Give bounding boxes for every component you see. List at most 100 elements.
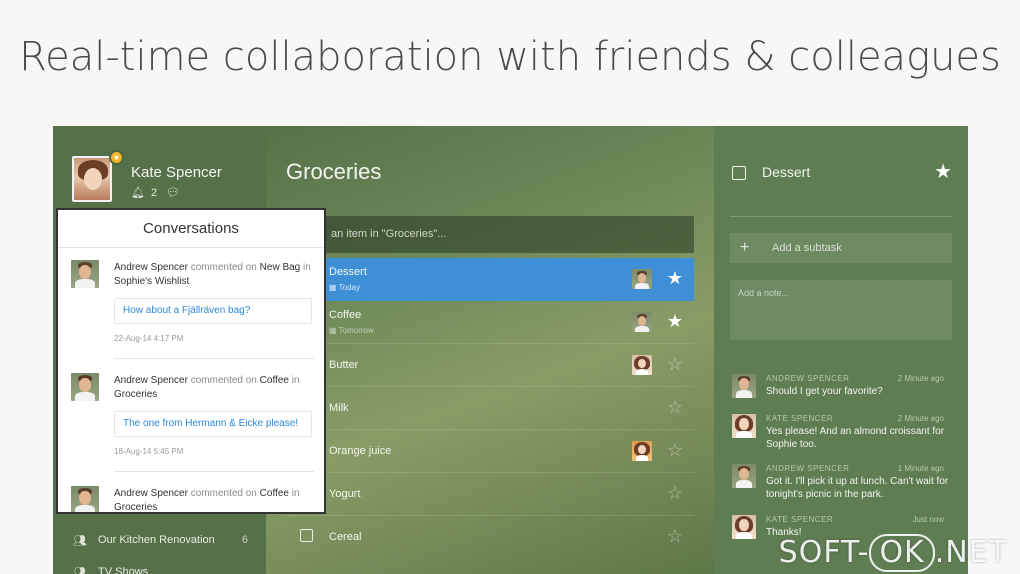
- conversation-author: Andrew Spencer: [114, 262, 188, 273]
- andrew-avatar: [732, 374, 756, 398]
- bell-icon[interactable]: 🔔︎: [131, 187, 145, 199]
- sidebar-item-label: TV Shows: [98, 566, 149, 574]
- comment-time: 1 Minute ago: [897, 464, 944, 473]
- andrew-avatar: [71, 373, 99, 401]
- task-name: Dessert: [329, 266, 367, 278]
- andrew-avatar: [71, 260, 99, 288]
- conversation-list-name: Groceries: [114, 502, 158, 513]
- divider: [114, 358, 314, 359]
- conversation-quote[interactable]: How about a Fjällräven bag?: [114, 298, 312, 324]
- andrew-avatar: [732, 464, 756, 488]
- conversation-item-name: New Bag: [259, 262, 301, 273]
- task-name: Cereal: [329, 531, 362, 543]
- conversation-action: commented on: [190, 262, 257, 273]
- comment-time: 2 Minute ago: [897, 374, 944, 383]
- list-title: Groceries: [286, 159, 382, 184]
- notification-count[interactable]: 2: [151, 187, 157, 199]
- user-avatar[interactable]: [72, 156, 112, 202]
- shared-list-icon: 👥︎: [73, 567, 87, 574]
- kate-avatar: [732, 515, 756, 539]
- user-name[interactable]: Kate Spencer: [131, 164, 222, 181]
- detail-title[interactable]: Dessert: [762, 164, 810, 180]
- add-subtask-input[interactable]: + Add a subtask: [730, 233, 952, 263]
- task-due-date: ▦ Tomorrow: [329, 326, 374, 335]
- shared-list-icon: 👥︎: [73, 535, 87, 547]
- comment-text: Yes please! And an almond croissant for …: [766, 426, 945, 450]
- user-stats: 🔔︎ 2 💬︎: [131, 186, 186, 199]
- kate-avatar: [732, 414, 756, 438]
- task-detail-panel: Dessert ★ + Add a subtask Add a note... …: [714, 126, 968, 574]
- note-input[interactable]: Add a note...: [730, 280, 952, 340]
- conversation-prep: in: [303, 262, 311, 273]
- subtask-placeholder: Add a subtask: [772, 242, 842, 254]
- conversation-item[interactable]: Andrew Spencer commented on Coffee in Gr…: [58, 486, 324, 513]
- conversation-list-name: Sophie's Wishlist: [114, 276, 190, 287]
- conversation-prep: in: [291, 375, 300, 386]
- task-row[interactable]: Milk ☆: [286, 387, 694, 430]
- add-item-input[interactable]: an item in "Groceries"...: [286, 216, 694, 253]
- assignee-avatar: [632, 269, 652, 289]
- conversations-icon[interactable]: 💬︎: [166, 187, 180, 199]
- conversation-action: commented on: [190, 488, 257, 499]
- conversation-action: commented on: [190, 375, 257, 386]
- comment-author: KATE SPENCER: [766, 414, 834, 423]
- sidebar-item-count: 6: [241, 534, 248, 546]
- task-row[interactable]: Coffee ▦ Tomorrow ★: [286, 301, 694, 344]
- site-watermark: SOFT- OK .NET: [778, 534, 1008, 572]
- comment-time: Just now: [912, 515, 944, 524]
- task-row[interactable]: Butter ☆: [286, 344, 694, 387]
- star-outline-icon[interactable]: ☆: [667, 354, 683, 374]
- conversation-timestamp: 18-Aug-14 5:45 PM: [114, 447, 184, 456]
- assignee-avatar: [632, 441, 652, 461]
- conversation-list-name: Groceries: [114, 389, 158, 400]
- pro-star-icon: ★: [109, 150, 124, 165]
- conversations-popup: Conversations Andrew Spencer commented o…: [56, 208, 326, 514]
- task-name: Milk: [329, 402, 349, 414]
- conversation-quote[interactable]: The one from Hermann & Eicke please!: [114, 411, 312, 437]
- task-row[interactable]: Dessert ▦ Today ★: [286, 258, 694, 301]
- sidebar-item-label: Our Kitchen Renovation: [98, 534, 215, 546]
- conversation-author: Andrew Spencer: [114, 375, 188, 386]
- star-outline-icon[interactable]: ☆: [667, 483, 683, 503]
- comment-text: Got it. I'll pick it up at lunch. Can't …: [766, 476, 949, 500]
- divider: [114, 471, 314, 472]
- plus-icon: +: [740, 239, 750, 256]
- star-outline-icon[interactable]: ☆: [667, 440, 683, 460]
- conversation-item[interactable]: Andrew Spencer commented on New Bag in S…: [58, 260, 324, 360]
- star-icon[interactable]: ★: [667, 311, 683, 331]
- task-name: Yogurt: [329, 488, 361, 500]
- conversation-prep: in: [291, 488, 300, 499]
- conversation-item-name: Coffee: [259, 375, 289, 386]
- app-window: ★ Kate Spencer 🔔︎ 2 💬︎ 👥︎ Our Kitchen Ren…: [53, 126, 968, 574]
- conversations-title: Conversations: [58, 210, 324, 248]
- conversation-item-name: Coffee: [259, 488, 289, 499]
- task-name: Butter: [329, 359, 359, 371]
- star-outline-icon[interactable]: ☆: [667, 397, 683, 417]
- task-name: Orange juice: [329, 445, 392, 457]
- conversation-item[interactable]: Andrew Spencer commented on Coffee in Gr…: [58, 373, 324, 473]
- conversation-timestamp: 22-Aug-14 4:17 PM: [114, 334, 184, 343]
- comment-author: ANDREW SPENCER: [766, 374, 850, 383]
- sidebar-item-tv-shows[interactable]: 👥︎ TV Shows: [53, 562, 266, 574]
- task-row[interactable]: Cereal ☆: [286, 516, 694, 559]
- comment-author: ANDREW SPENCER: [766, 464, 850, 473]
- sidebar-item-kitchen-renovation[interactable]: 👥︎ Our Kitchen Renovation 6: [53, 530, 266, 554]
- comment-author: KATE SPENCER: [766, 515, 834, 524]
- assignee-avatar: [632, 312, 652, 332]
- conversation-author: Andrew Spencer: [114, 488, 188, 499]
- task-checkbox[interactable]: [300, 529, 313, 542]
- assignee-avatar: [632, 355, 652, 375]
- page-headline: Real-time collaboration with friends & c…: [19, 34, 1001, 80]
- task-due-date: ▦ Today: [329, 283, 360, 292]
- star-outline-icon[interactable]: ☆: [667, 526, 683, 546]
- task-name: Coffee: [329, 309, 362, 321]
- comment-text: Should I get your favorite?: [766, 386, 883, 397]
- star-icon[interactable]: ★: [667, 268, 683, 288]
- andrew-avatar: [71, 486, 99, 512]
- divider: [730, 216, 952, 217]
- star-icon[interactable]: ★: [934, 159, 952, 184]
- task-row[interactable]: Orange juice ☆: [286, 430, 694, 473]
- task-row[interactable]: Yogurt ☆: [286, 473, 694, 516]
- comment-time: 2 Minute ago: [897, 414, 944, 423]
- detail-checkbox[interactable]: [732, 166, 746, 180]
